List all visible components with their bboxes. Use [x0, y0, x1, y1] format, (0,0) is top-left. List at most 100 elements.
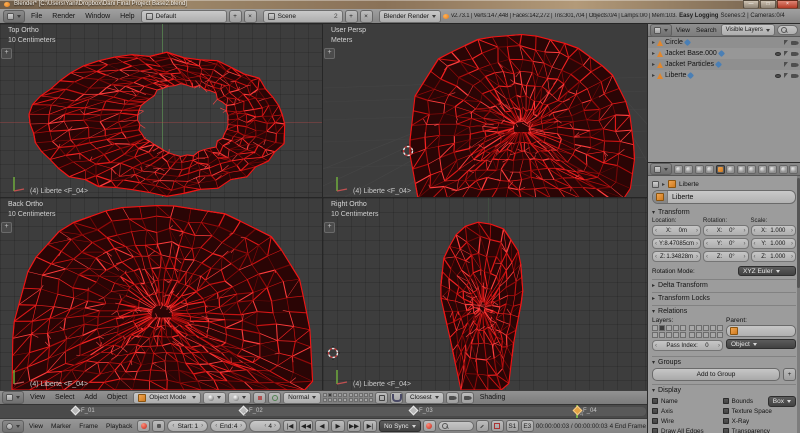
tab-constraints-icon[interactable]: [726, 165, 735, 174]
outliner-item-jacket-particles[interactable]: Jacket Particles: [648, 59, 800, 70]
menu-search[interactable]: Search: [694, 27, 719, 34]
location-y-field[interactable]: Y:8.47085cm: [652, 238, 701, 249]
screen-layout-selector[interactable]: Default: [141, 10, 227, 23]
scale-z-field[interactable]: Z:1.000: [751, 251, 796, 262]
rotation-x-field[interactable]: X:0°: [703, 225, 748, 236]
play-reverse-button[interactable]: ◀: [315, 420, 329, 432]
editor-type-button[interactable]: [2, 391, 24, 404]
option-name[interactable]: Name: [652, 396, 719, 406]
viewport-user-persp[interactable]: User Persp Meters (4) Liberte <F_04>: [323, 24, 648, 197]
visibility-icon[interactable]: [775, 52, 781, 56]
selectable-icon[interactable]: [784, 51, 788, 56]
object-name-field[interactable]: Liberte: [652, 190, 796, 204]
scale-y-field[interactable]: Y:1.000: [751, 238, 796, 249]
menu-help[interactable]: Help: [116, 13, 138, 20]
viewport-back-ortho[interactable]: Back Ortho 10 Centimeters (4) Liberte <F…: [0, 198, 322, 390]
current-frame-field[interactable]: 4: [249, 420, 281, 432]
sync-mode-selector[interactable]: No Sync: [379, 420, 421, 432]
transform-locks-panel-header[interactable]: Transform Locks: [652, 292, 796, 302]
option-wire[interactable]: Wire: [652, 416, 719, 426]
editor-type-button[interactable]: [650, 24, 672, 37]
shading-menu[interactable]: Shading: [476, 394, 510, 401]
menu-view[interactable]: View: [26, 394, 49, 401]
editor-type-button[interactable]: [650, 163, 672, 175]
prev-keyframe-button[interactable]: ◀◀: [299, 420, 313, 432]
groups-panel-header[interactable]: Groups: [652, 356, 796, 366]
frame-end-field[interactable]: End: 4: [210, 420, 247, 432]
option-xray[interactable]: X-Ray: [723, 416, 796, 426]
menu-select[interactable]: Select: [51, 394, 78, 401]
renderable-icon[interactable]: [791, 74, 797, 78]
pivot-selector[interactable]: [228, 392, 251, 404]
scene-add-button[interactable]: +: [345, 10, 358, 23]
timeline-marker-active[interactable]: F_04: [574, 407, 597, 414]
editor-type-button[interactable]: [3, 10, 25, 23]
render-anim-button[interactable]: [461, 392, 474, 404]
scale-x-field[interactable]: X:1.000: [751, 225, 796, 236]
keyingset-button[interactable]: [152, 420, 165, 432]
edit-take-button[interactable]: [476, 420, 489, 432]
maximize-button[interactable]: □: [760, 0, 776, 9]
tab-render-layers-icon[interactable]: [684, 165, 693, 174]
mode-selector[interactable]: Object Mode: [133, 392, 201, 404]
viewport-top-ortho[interactable]: Top Ortho 10 Centimeters (4) Liberte <F_…: [0, 24, 322, 197]
tab-data-icon[interactable]: [747, 165, 756, 174]
rotation-mode-selector[interactable]: XYZ Euler: [738, 266, 796, 276]
toolshelf-expand-button[interactable]: [1, 48, 12, 59]
option-transparency[interactable]: Transparency: [723, 426, 796, 433]
menu-render[interactable]: Render: [48, 13, 79, 20]
scene-selector[interactable]: Scene 2: [263, 10, 343, 23]
new-group-button[interactable]: +: [783, 368, 796, 381]
record-button[interactable]: [423, 420, 436, 432]
renderable-icon[interactable]: [791, 63, 797, 67]
outliner-item-liberte[interactable]: Liberte: [648, 70, 800, 81]
rotation-y-field[interactable]: Y:0°: [703, 238, 748, 249]
jump-end-button[interactable]: ▶|: [363, 420, 377, 432]
outliner-search-input[interactable]: [777, 25, 798, 35]
toolshelf-expand-button[interactable]: [324, 222, 335, 233]
menu-add[interactable]: Add: [81, 394, 101, 401]
e3-button[interactable]: E3: [521, 420, 534, 432]
outliner-filter-selector[interactable]: Visible Layers: [721, 24, 775, 36]
location-x-field[interactable]: X:0m: [652, 225, 701, 236]
tab-object-icon[interactable]: [716, 165, 725, 174]
toolshelf-expand-button[interactable]: [324, 48, 335, 59]
selectable-icon[interactable]: [784, 40, 788, 45]
tab-render-icon[interactable]: [674, 165, 683, 174]
menu-playback[interactable]: Playback: [103, 423, 135, 430]
snap-target-selector[interactable]: Closest: [405, 392, 444, 404]
lock-button[interactable]: [375, 392, 388, 404]
layout-add-button[interactable]: +: [229, 10, 242, 23]
s1-button[interactable]: S1: [506, 420, 519, 432]
menu-view[interactable]: View: [674, 27, 692, 34]
bounds-type-selector[interactable]: Box: [768, 396, 796, 407]
renderable-icon[interactable]: [791, 41, 797, 45]
tab-modifiers-icon[interactable]: [737, 165, 746, 174]
selectable-icon[interactable]: [784, 62, 788, 67]
timeline-marker[interactable]: F_03: [410, 407, 433, 414]
viewport-right-ortho[interactable]: Right Ortho 10 Centimeters (4) Liberte <…: [323, 198, 648, 390]
option-axis[interactable]: Axis: [652, 406, 719, 416]
add-to-group-button[interactable]: Add to Group: [652, 368, 780, 381]
snap-toggle-button[interactable]: [390, 392, 403, 404]
pin-icon[interactable]: [652, 181, 659, 188]
tab-world-icon[interactable]: [705, 165, 714, 174]
expand-icon[interactable]: [652, 39, 655, 46]
tab-physics-icon[interactable]: [789, 165, 798, 174]
renderable-icon[interactable]: [791, 52, 797, 56]
next-keyframe-button[interactable]: ▶▶: [347, 420, 361, 432]
scene-delete-button[interactable]: ×: [360, 10, 373, 23]
relations-panel-header[interactable]: Relations: [652, 305, 796, 315]
layers-widget[interactable]: [323, 393, 373, 402]
window-titlebar[interactable]: Blender* [C:\Users\Yani\Dropbox\Dani Fin…: [0, 0, 800, 9]
pass-index-field[interactable]: Pass Index:0: [652, 340, 723, 351]
frame-start-field[interactable]: Start: 1: [167, 420, 208, 432]
menu-view[interactable]: View: [26, 423, 46, 430]
option-draw-all-edges[interactable]: Draw All Edges: [652, 426, 719, 433]
menu-frame[interactable]: Frame: [76, 423, 101, 430]
rotation-z-field[interactable]: Z:0°: [703, 251, 748, 262]
transform-panel-header[interactable]: Transform: [652, 207, 796, 216]
layers-widget[interactable]: [652, 325, 723, 338]
option-texture-space[interactable]: Texture Space: [723, 406, 796, 416]
visibility-icon[interactable]: [775, 74, 781, 78]
